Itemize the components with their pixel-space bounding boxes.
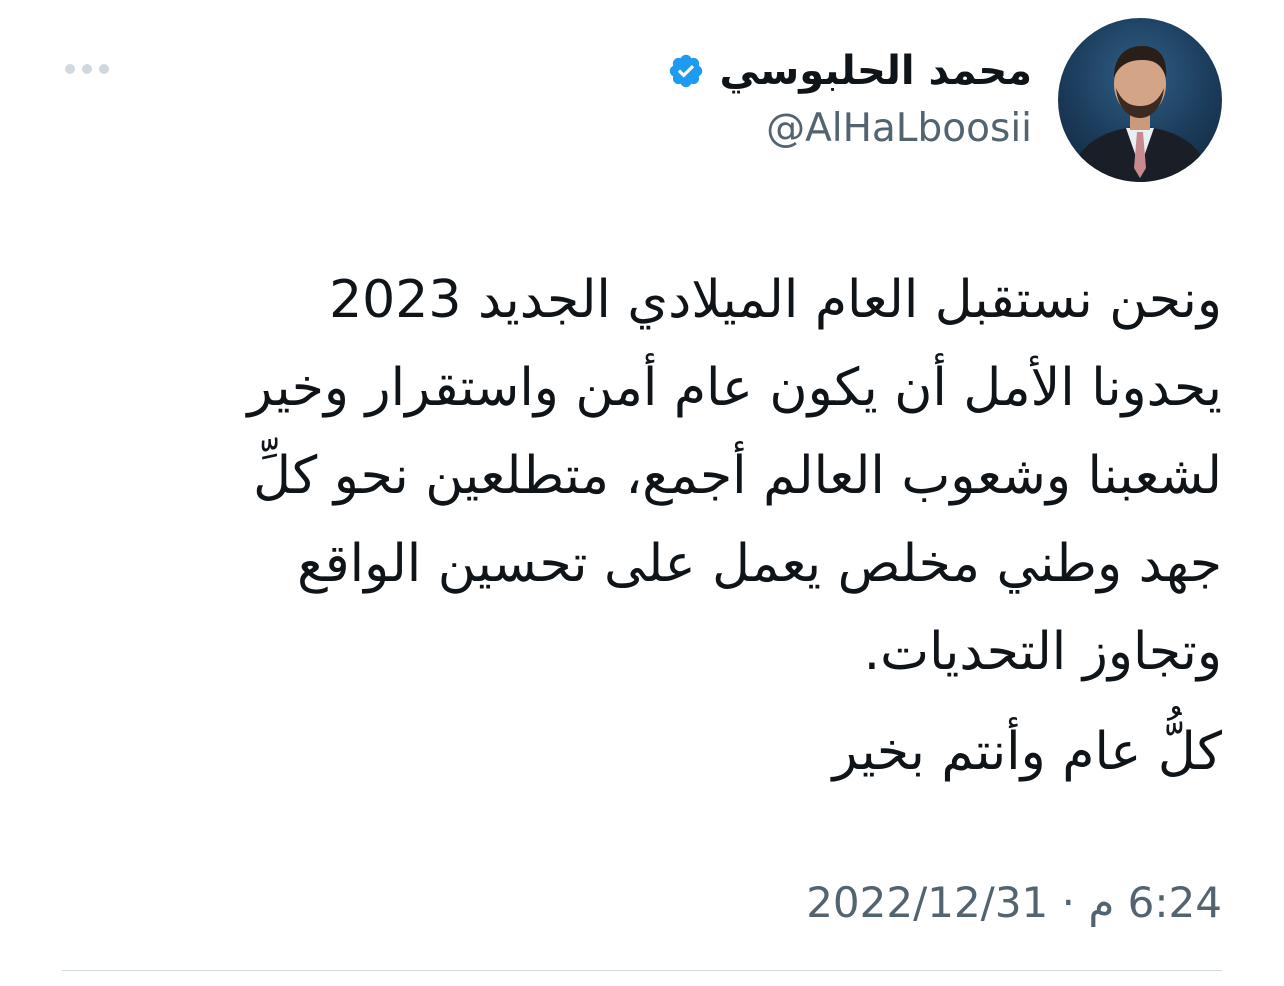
user-handle[interactable]: @AlHaLboosii bbox=[766, 106, 1032, 151]
display-name[interactable]: محمد الحلبوسي bbox=[719, 48, 1032, 94]
divider bbox=[62, 970, 1222, 971]
display-name-row[interactable]: محمد الحلبوسي bbox=[667, 42, 1032, 100]
avatar[interactable] bbox=[1058, 18, 1222, 182]
tweet-closing-line: كلُّ عام وأنتم بخير bbox=[832, 722, 1222, 782]
more-options-icon[interactable] bbox=[62, 56, 112, 82]
tweet-text-line: يحدونا الأمل أن يكون عام أمن واستقرار وخ… bbox=[247, 358, 1222, 418]
tweet-text-line: لشعبنا وشعوب العالم أجمع، متطلعين نحو كل… bbox=[253, 446, 1222, 506]
tweet-text-line: ونحن نستقبل العام الميلادي الجديد 2023 bbox=[329, 270, 1222, 330]
tweet-timestamp[interactable]: 6:24 م · 2022/12/31 bbox=[806, 878, 1222, 927]
verified-badge-icon bbox=[670, 54, 703, 88]
avatar-photo bbox=[1068, 46, 1212, 182]
tweet-text-line: وتجاوز التحديات. bbox=[863, 622, 1222, 682]
tweet-text-line: جهد وطني مخلص يعمل على تحسين الواقع bbox=[297, 534, 1222, 594]
tweet-text: ونحن نستقبل العام الميلادي الجديد 2023 ي… bbox=[72, 256, 1222, 796]
tweet: محمد الحلبوسي @AlHaLboosii ونحن نستقبل ا… bbox=[0, 0, 1284, 986]
